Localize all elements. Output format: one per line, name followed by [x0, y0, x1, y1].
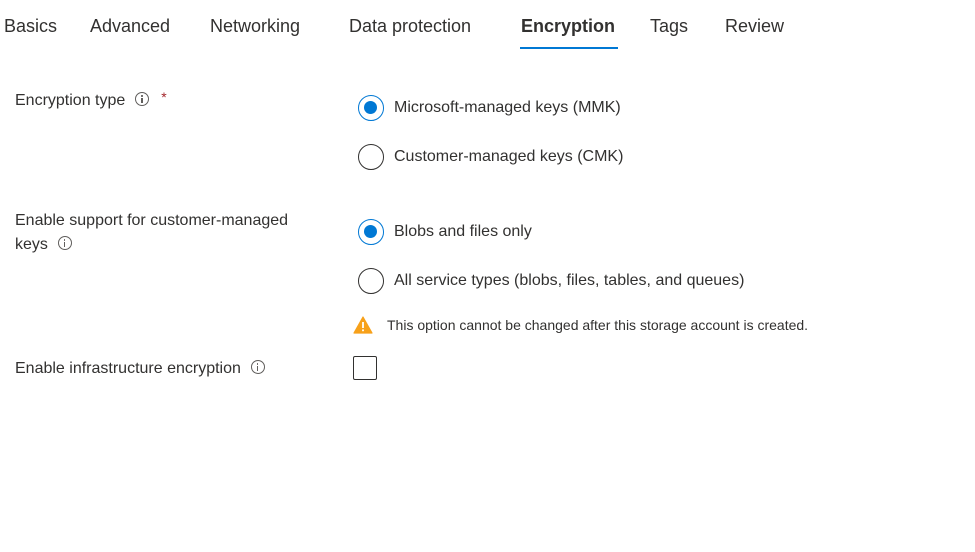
infra-encryption-label: Enable infrastructure encryption — [15, 358, 265, 380]
infra-encryption-checkbox[interactable] — [353, 356, 377, 380]
radio-all-services[interactable]: All service types (blobs, files, tables,… — [358, 268, 744, 294]
warning-message: This option cannot be changed after this… — [353, 315, 808, 335]
tab-encryption[interactable]: Encryption — [521, 14, 615, 38]
tab-advanced[interactable]: Advanced — [90, 14, 170, 38]
radio-all-services-button[interactable] — [358, 268, 384, 294]
tab-bar: Basics Advanced Networking Data protecti… — [0, 0, 975, 52]
radio-cmk-button[interactable] — [358, 144, 384, 170]
tab-networking[interactable]: Networking — [210, 14, 300, 38]
cmk-support-label: Enable support for customer-managed keys — [15, 210, 288, 256]
radio-mmk[interactable]: Microsoft-managed keys (MMK) — [358, 95, 621, 121]
info-icon[interactable] — [250, 360, 265, 374]
tab-basics[interactable]: Basics — [4, 14, 57, 38]
cmk-support-label-line2: keys — [15, 236, 48, 253]
encryption-page: Basics Advanced Networking Data protecti… — [0, 0, 975, 552]
required-marker: * — [161, 89, 167, 105]
encryption-type-label-text: Encryption type — [15, 92, 126, 109]
radio-blobs-files-label: Blobs and files only — [394, 223, 532, 240]
infra-encryption-label-text: Enable infrastructure encryption — [15, 360, 241, 377]
radio-mmk-label: Microsoft-managed keys (MMK) — [394, 99, 621, 116]
radio-mmk-button[interactable] — [358, 95, 384, 121]
encryption-type-label: Encryption type * — [15, 86, 167, 112]
tab-data-protection[interactable]: Data protection — [349, 14, 471, 38]
cmk-support-label-line2-row: keys — [15, 234, 288, 256]
tab-tags[interactable]: Tags — [650, 14, 688, 38]
cmk-support-label-line1: Enable support for customer-managed — [15, 212, 289, 229]
info-icon[interactable] — [135, 92, 150, 106]
radio-blobs-files[interactable]: Blobs and files only — [358, 219, 532, 245]
warning-icon — [353, 316, 373, 334]
warning-text: This option cannot be changed after this… — [387, 317, 809, 333]
radio-cmk[interactable]: Customer-managed keys (CMK) — [358, 144, 623, 170]
info-icon[interactable] — [57, 236, 72, 250]
tab-review[interactable]: Review — [725, 14, 784, 38]
radio-cmk-label: Customer-managed keys (CMK) — [394, 148, 624, 165]
active-tab-indicator — [520, 47, 618, 49]
radio-all-services-label: All service types (blobs, files, tables,… — [394, 272, 745, 289]
radio-blobs-files-button[interactable] — [358, 219, 384, 245]
